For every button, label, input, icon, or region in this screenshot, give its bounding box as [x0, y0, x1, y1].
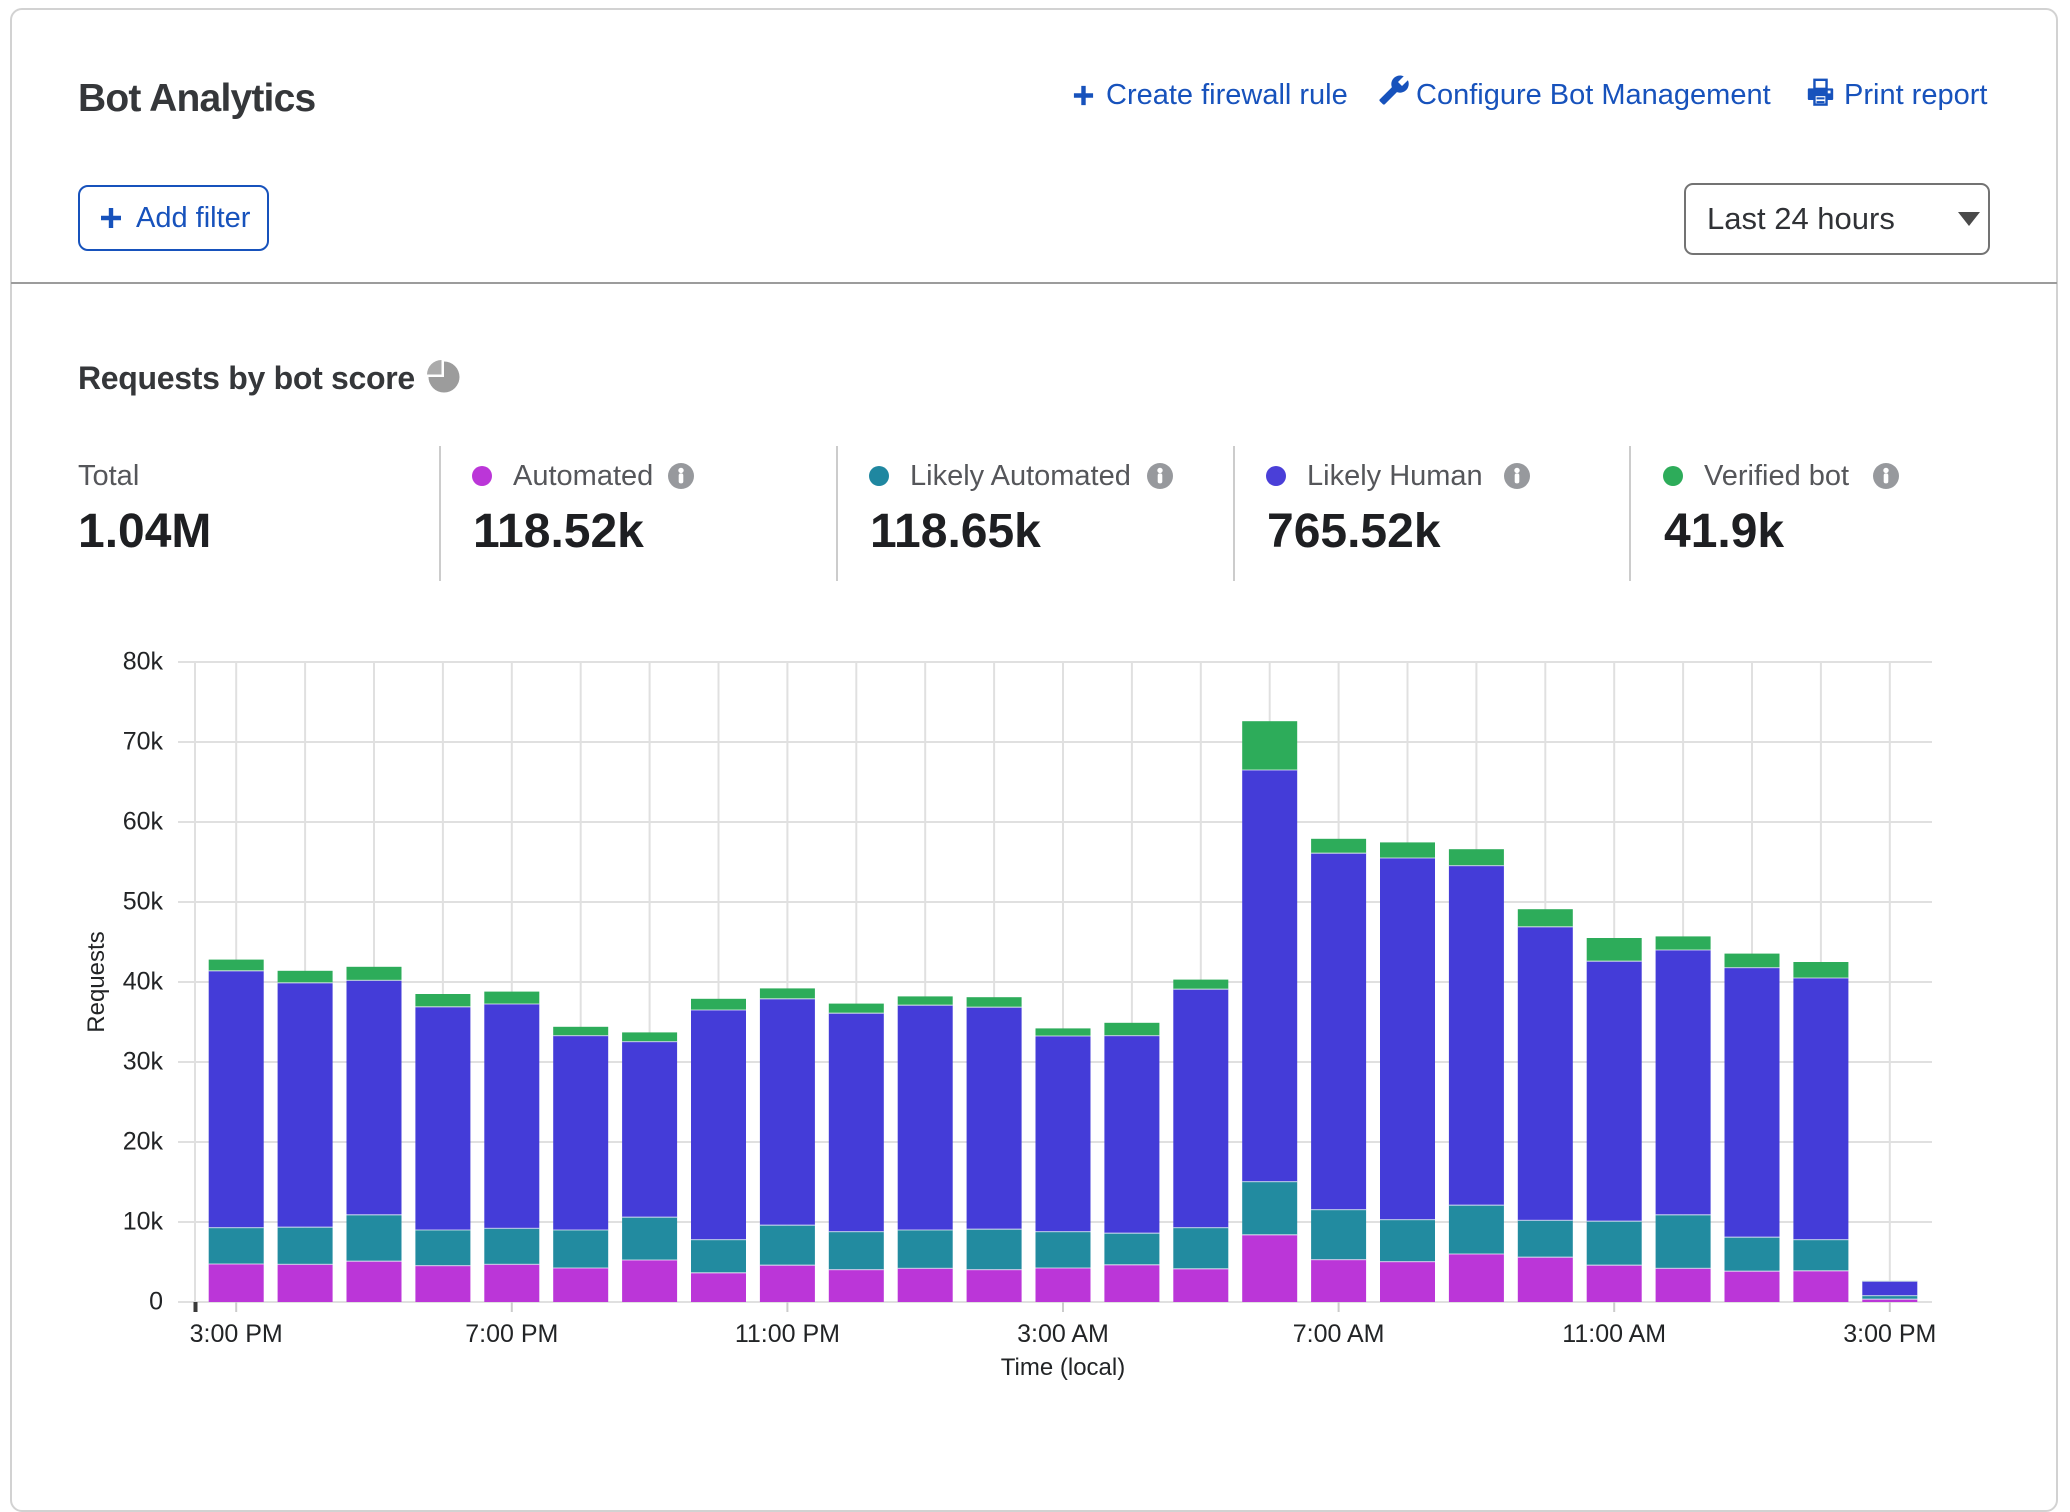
svg-text:3:00 AM: 3:00 AM: [1017, 1320, 1109, 1348]
svg-text:3:00 PM: 3:00 PM: [1843, 1320, 1936, 1348]
svg-text:20k: 20k: [123, 1128, 164, 1156]
svg-text:60k: 60k: [123, 808, 164, 836]
svg-text:7:00 AM: 7:00 AM: [1293, 1320, 1385, 1348]
svg-text:10k: 10k: [123, 1208, 164, 1236]
svg-text:0: 0: [149, 1288, 163, 1316]
svg-text:30k: 30k: [123, 1048, 164, 1076]
svg-text:70k: 70k: [123, 728, 164, 756]
svg-text:11:00 PM: 11:00 PM: [735, 1320, 840, 1348]
svg-text:80k: 80k: [123, 648, 164, 676]
svg-text:11:00 AM: 11:00 AM: [1562, 1320, 1666, 1348]
svg-text:Requests: Requests: [83, 931, 110, 1032]
svg-text:40k: 40k: [123, 968, 164, 996]
svg-text:Time (local): Time (local): [1001, 1354, 1125, 1381]
svg-text:7:00 PM: 7:00 PM: [465, 1320, 558, 1348]
svg-text:3:00 PM: 3:00 PM: [190, 1320, 283, 1348]
svg-text:50k: 50k: [123, 888, 164, 916]
